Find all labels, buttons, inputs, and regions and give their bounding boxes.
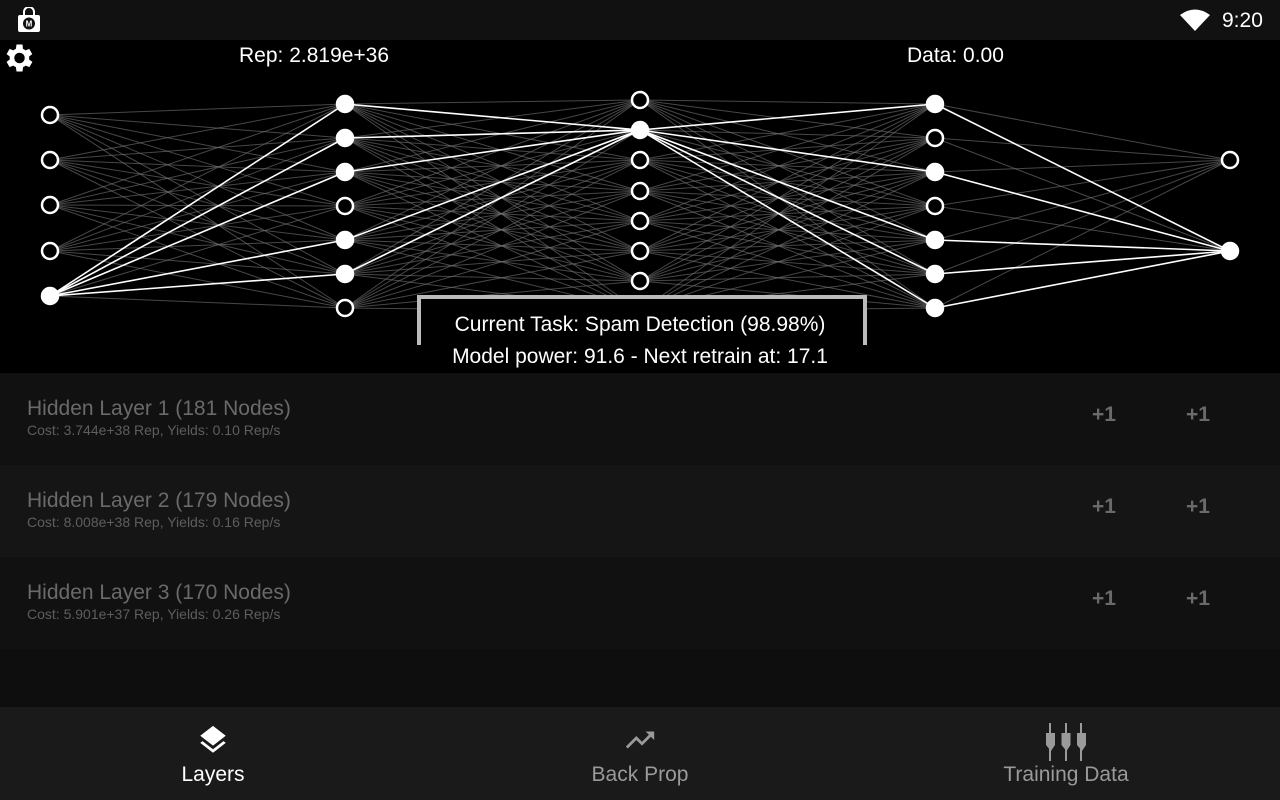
edge <box>344 99 641 207</box>
node <box>630 90 650 110</box>
active-edge <box>934 250 1231 309</box>
node <box>630 150 650 170</box>
active-node <box>335 94 355 114</box>
active-node <box>925 264 945 284</box>
edge <box>49 205 346 297</box>
active-node <box>335 264 355 284</box>
edge <box>639 171 936 252</box>
edge <box>49 137 346 161</box>
active-edge <box>934 250 1231 275</box>
wifi-icon <box>1180 9 1210 31</box>
data-counter: Data: 0.00 <box>907 44 1004 67</box>
edge <box>344 99 641 105</box>
node <box>1220 150 1240 170</box>
edge <box>639 137 936 282</box>
add-node-button[interactable]: +1 <box>1092 587 1116 611</box>
edge <box>49 114 346 207</box>
bottom-nav: Layers Back Prop Training Data <box>0 707 1280 800</box>
node <box>925 196 945 216</box>
active-node <box>630 120 650 140</box>
layer-cost: Cost: 3.744e+38 Rep, Yields: 0.10 Rep/s <box>27 422 281 438</box>
layer-row-2: Hidden Layer 2 (179 Nodes) Cost: 8.008e+… <box>0 465 1280 557</box>
node <box>40 241 60 261</box>
active-node <box>925 94 945 114</box>
node <box>630 271 650 291</box>
active-node <box>335 162 355 182</box>
active-node <box>335 230 355 250</box>
active-node <box>925 162 945 182</box>
layer-row-1: Hidden Layer 1 (181 Nodes) Cost: 3.744e+… <box>0 373 1280 465</box>
edge <box>49 239 346 252</box>
network-visualization: Rep: 2.819e+36 Data: 0.00 Current Task: … <box>0 40 1280 373</box>
layer-title: Hidden Layer 2 (179 Nodes) <box>27 489 291 512</box>
edge <box>49 204 346 207</box>
status-bar: M 9:20 <box>0 0 1280 40</box>
add-node-button-2[interactable]: +1 <box>1186 403 1210 427</box>
node <box>40 150 60 170</box>
clock: 9:20 <box>1222 9 1263 32</box>
node <box>40 195 60 215</box>
layer-title: Hidden Layer 1 (181 Nodes) <box>27 397 291 420</box>
active-edge <box>934 239 1231 252</box>
tab-layers[interactable]: Layers <box>0 707 426 800</box>
node <box>630 181 650 201</box>
tab-label: Back Prop <box>591 763 689 786</box>
edge <box>639 137 936 312</box>
node <box>630 241 650 261</box>
tab-label: Layers <box>181 763 245 786</box>
model-power: Model power: 91.6 - Next retrain at: 17.… <box>452 345 828 368</box>
shopping-bag-icon: M <box>18 7 40 32</box>
layer-row-3: Hidden Layer 3 (170 Nodes) Cost: 5.901e+… <box>0 557 1280 649</box>
active-node <box>40 286 60 306</box>
tab-back-prop[interactable]: Back Prop <box>427 707 853 800</box>
svg-text:M: M <box>26 20 33 29</box>
layer-title: Hidden Layer 3 (170 Nodes) <box>27 581 291 604</box>
edge <box>934 137 1231 161</box>
edge <box>934 159 1231 207</box>
add-node-button-2[interactable]: +1 <box>1186 587 1210 611</box>
active-edge <box>934 171 1231 252</box>
add-node-button[interactable]: +1 <box>1092 403 1116 427</box>
edge <box>934 103 1231 161</box>
edge <box>49 250 346 275</box>
active-node <box>925 230 945 250</box>
gear-icon[interactable] <box>0 40 36 76</box>
layer-cost: Cost: 5.901e+37 Rep, Yields: 0.26 Rep/s <box>27 606 281 622</box>
node <box>925 128 945 148</box>
tab-label: Training Data <box>1003 763 1129 786</box>
layer-cost: Cost: 8.008e+38 Rep, Yields: 0.16 Rep/s <box>27 514 281 530</box>
edge <box>344 171 641 252</box>
trending-up-icon <box>625 731 655 749</box>
edge <box>344 250 641 275</box>
edge <box>934 159 1231 173</box>
active-node <box>1220 241 1240 261</box>
active-node <box>335 128 355 148</box>
rep-counter: Rep: 2.819e+36 <box>239 44 390 67</box>
node <box>40 105 60 125</box>
edge <box>639 99 936 105</box>
add-node-button[interactable]: +1 <box>1092 495 1116 519</box>
current-task: Current Task: Spam Detection (98.98%) <box>454 313 826 336</box>
node <box>335 196 355 216</box>
node <box>630 211 650 231</box>
add-node-button-2[interactable]: +1 <box>1186 495 1210 519</box>
layers-icon <box>200 725 226 753</box>
equalizer-icon <box>1046 723 1086 761</box>
edge <box>49 295 346 309</box>
edge <box>49 103 346 116</box>
edge <box>639 99 936 207</box>
tab-training-data[interactable]: Training Data <box>853 707 1279 800</box>
